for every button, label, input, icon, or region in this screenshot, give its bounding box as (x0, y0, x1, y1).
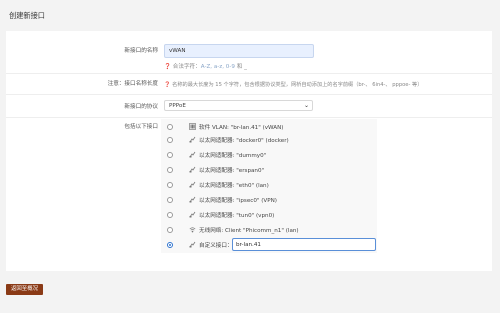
divider (6, 94, 492, 95)
chevron-down-icon: ⌄ (303, 102, 309, 109)
interface-option-label: 以太网适配器: "eth0" (lan) (199, 183, 269, 189)
interface-option-label: 以太网适配器: "tun0" (vpn0) (199, 213, 275, 219)
interface-option-label: 软件 VLAN: "br-lan.41" (vWAN) (199, 125, 284, 131)
protocol-label: 新接口的协议 (124, 104, 158, 110)
divider (6, 73, 492, 74)
interface-option[interactable]: 无线网络: Client "Phicomm_n1" (lan) (161, 225, 377, 238)
interface-option[interactable]: 以太网适配器: "eth0" (lan) (161, 180, 377, 193)
interface-option-label: 自定义接口： (199, 243, 233, 249)
name-length-note-label: 注意：接口名称长度 (107, 81, 158, 87)
interface-radio[interactable] (167, 197, 173, 203)
interface-option-label: 以太网适配器: "docker0" (docker) (199, 138, 289, 144)
help-icon: ❓ (164, 64, 171, 70)
interface-name-label: 新接口的名称 (124, 48, 158, 54)
interface-option[interactable]: 以太网适配器: "tun0" (vpn0) (161, 210, 377, 223)
ethernet-port-icon (189, 136, 196, 143)
interface-radio[interactable] (167, 137, 173, 143)
interface-radio[interactable] (167, 124, 173, 130)
ethernet-port-icon (189, 181, 196, 188)
interface-option-label: 以太网适配器: "ipsec0" (VPN) (199, 198, 277, 204)
custom-interface-input[interactable]: br-lan.41 (232, 238, 376, 251)
page-title: 创建新接口 (9, 11, 45, 20)
interface-option-label: 以太网适配器: "erspan0" (199, 168, 265, 174)
name-hint: ❓ 合法字符：A-Z, a-z, 0-9 和 _ (164, 62, 247, 70)
interface-radio[interactable] (167, 152, 173, 158)
vlan-icon (189, 123, 196, 130)
interface-option[interactable]: 以太网适配器: "ipsec0" (VPN) (161, 195, 377, 208)
custom-interface-option[interactable]: 自定义接口： br-lan.41 (161, 238, 377, 253)
name-hint-text: 合法字符： (172, 64, 201, 70)
interface-option-label: 以太网适配器: "dummy0" (199, 153, 267, 159)
divider (6, 117, 492, 118)
name-length-note-text: 名称的最大长度为 15 个字符，包含根据协议类型，网桥自动添加上的名字前缀（br… (172, 82, 423, 88)
interface-radio[interactable] (167, 227, 173, 233)
wifi-icon (189, 227, 196, 233)
include-interfaces-label: 包括以下接口 (124, 124, 158, 130)
create-interface-panel: 新接口的名称 vWAN ❓ 合法字符：A-Z, a-z, 0-9 和 _ 注意：… (6, 31, 492, 271)
protocol-selected-value: PPPoE (169, 103, 186, 109)
interface-list: 软件 VLAN: "br-lan.41" (vWAN) 以太网适配器: "doc… (161, 119, 377, 253)
interface-option[interactable]: 以太网适配器: "erspan0" (161, 165, 377, 178)
help-icon: ❓ (164, 82, 171, 88)
ethernet-port-icon (189, 166, 196, 173)
interface-radio[interactable] (167, 182, 173, 188)
ethernet-port-icon (189, 241, 196, 248)
interface-option[interactable]: 软件 VLAN: "br-lan.41" (vWAN) (161, 122, 377, 135)
interface-radio[interactable] (167, 167, 173, 173)
interface-name-input[interactable]: vWAN (164, 44, 314, 58)
ethernet-port-icon (189, 211, 196, 218)
interface-option[interactable]: 以太网适配器: "dummy0" (161, 150, 377, 163)
ethernet-port-icon (189, 151, 196, 158)
protocol-select[interactable]: PPPoE ⌄ (164, 100, 313, 111)
ethernet-port-icon (189, 196, 196, 203)
name-hint-end: 和 _ (234, 64, 247, 70)
back-to-overview-button[interactable]: 返回至概况 (6, 284, 43, 295)
interface-option[interactable]: 以太网适配器: "docker0" (docker) (161, 135, 377, 148)
name-length-note: ❓ 名称的最大长度为 15 个字符，包含根据协议类型，网桥自动添加上的名字前缀（… (164, 81, 422, 88)
interface-radio[interactable] (167, 212, 173, 218)
name-hint-chars: A-Z, a-z, 0-9 (200, 64, 235, 70)
interface-option-label: 无线网络: Client "Phicomm_n1" (lan) (199, 228, 299, 234)
custom-interface-radio[interactable] (167, 242, 173, 248)
